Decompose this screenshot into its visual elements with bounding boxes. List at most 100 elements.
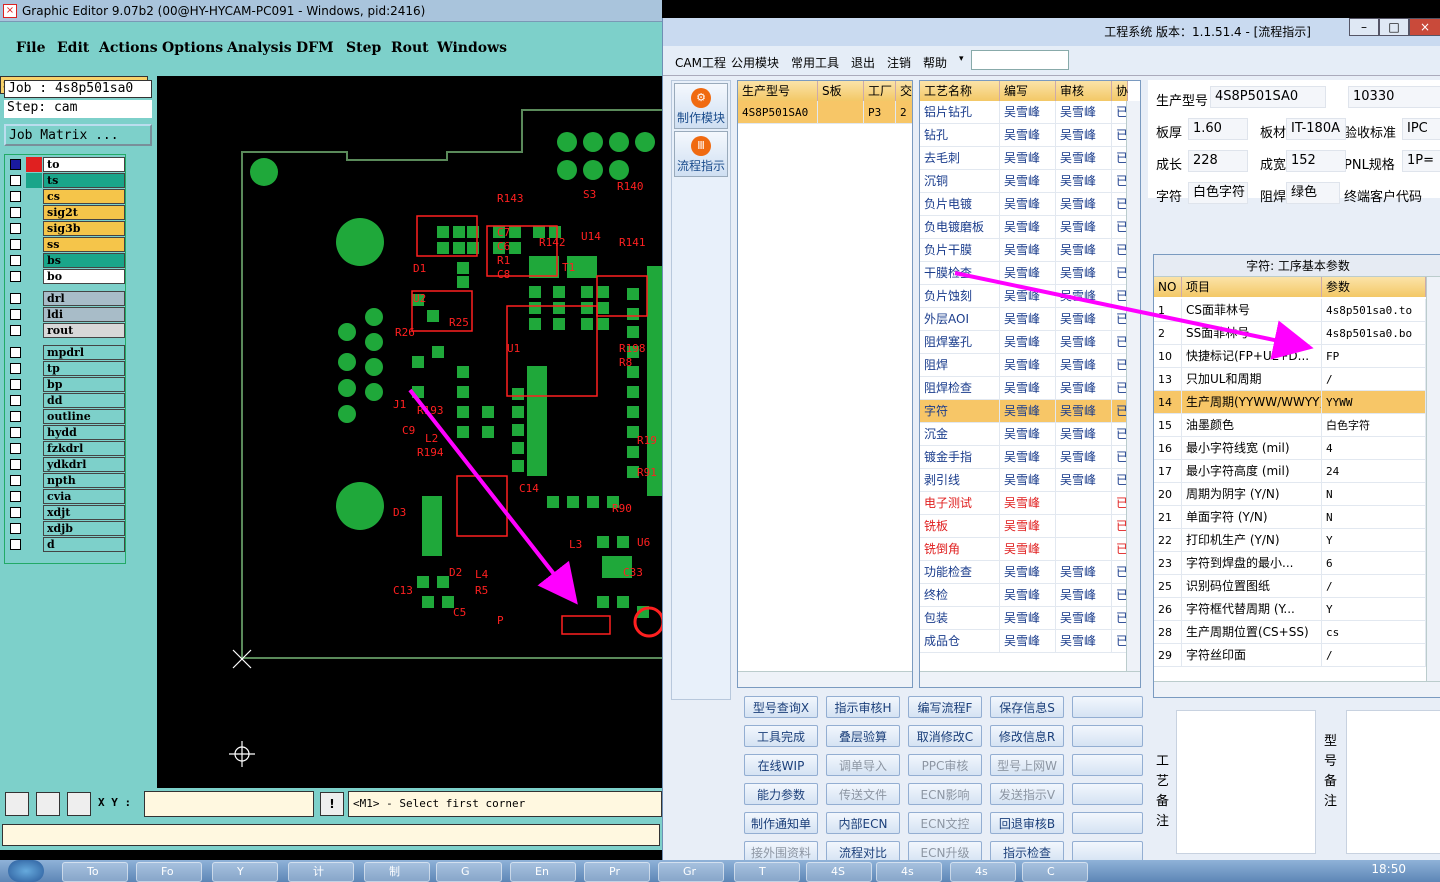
model-note-textarea[interactable] — [1346, 710, 1440, 854]
info-value[interactable]: 1.60 — [1188, 118, 1248, 140]
action-button[interactable] — [1072, 725, 1143, 747]
taskbar-item[interactable]: Gr — [658, 862, 724, 882]
process-checker-cell[interactable]: 吴雪峰 — [1056, 193, 1112, 216]
param-item-cell[interactable]: CS面菲林号 — [1182, 299, 1322, 322]
app-menu-item[interactable]: 退出 — [851, 54, 875, 71]
process-name-cell[interactable]: 阻焊检查 — [920, 377, 1000, 400]
layer-checkbox[interactable] — [10, 239, 21, 250]
process-name-cell[interactable]: 铝片钻孔 — [920, 101, 1000, 124]
ge-menu-actions[interactable]: Actions — [99, 40, 158, 56]
process-checker-cell[interactable]: 吴雪峰 — [1056, 147, 1112, 170]
v-scrollbar[interactable] — [1126, 101, 1140, 673]
process-checker-cell[interactable] — [1056, 538, 1112, 561]
ge-menu-step[interactable]: Step — [346, 40, 381, 56]
nav-make-module[interactable]: ⚙ 制作模块 — [674, 83, 728, 129]
process-checker-cell[interactable]: 吴雪峰 — [1056, 170, 1112, 193]
process-checker-cell[interactable]: 吴雪峰 — [1056, 423, 1112, 446]
action-button[interactable]: ECN文控 — [908, 812, 982, 834]
process-checker-cell[interactable]: 吴雪峰 — [1056, 124, 1112, 147]
layer-row[interactable]: bo — [7, 269, 125, 284]
action-button[interactable]: 指示审核H — [826, 696, 900, 718]
action-button[interactable] — [1072, 812, 1143, 834]
process-checker-cell[interactable]: 吴雪峰 — [1056, 239, 1112, 262]
model-cell[interactable]: 4S8P501SA0 — [738, 101, 818, 124]
info-value[interactable]: 10330 — [1348, 86, 1440, 108]
process-writer-cell[interactable]: 吴雪峰 — [1000, 354, 1056, 377]
layer-row[interactable]: npth — [7, 473, 125, 488]
app-menu-item[interactable]: CAM工程 — [675, 54, 726, 71]
info-value[interactable]: IT-180A — [1286, 118, 1346, 140]
process-name-cell[interactable]: 负片干膜 — [920, 239, 1000, 262]
h-scrollbar[interactable] — [1154, 681, 1440, 697]
ge-menu-options[interactable]: Options — [162, 40, 223, 56]
action-button[interactable]: 调单导入 — [826, 754, 900, 776]
layer-checkbox[interactable] — [10, 175, 21, 186]
process-name-cell[interactable]: 剥引线 — [920, 469, 1000, 492]
process-writer-cell[interactable]: 吴雪峰 — [1000, 331, 1056, 354]
zoom-area-icon[interactable] — [36, 792, 60, 816]
process-col-header[interactable]: 工艺名称 — [920, 81, 1000, 101]
layer-checkbox[interactable] — [10, 411, 21, 422]
process-checker-cell[interactable]: 吴雪峰 — [1056, 607, 1112, 630]
process-checker-cell[interactable]: 吴雪峰 — [1056, 630, 1112, 653]
layer-checkbox[interactable] — [10, 223, 21, 234]
close-icon[interactable]: × — [1409, 18, 1440, 36]
layer-checkbox[interactable] — [10, 191, 21, 202]
layer-row[interactable]: ldi — [7, 307, 125, 322]
action-button[interactable]: 型号上网W — [990, 754, 1064, 776]
process-writer-cell[interactable]: 吴雪峰 — [1000, 170, 1056, 193]
param-item-cell[interactable]: 快捷标记(FP+UL+D... — [1182, 345, 1322, 368]
action-button[interactable]: 工具完成 — [744, 725, 818, 747]
process-name-cell[interactable]: 钻孔 — [920, 124, 1000, 147]
param-value-cell[interactable]: 24 — [1322, 460, 1426, 483]
process-col-header[interactable]: 编写 — [1000, 81, 1056, 101]
param-no-cell[interactable]: 25 — [1154, 575, 1182, 598]
param-no-cell[interactable]: 17 — [1154, 460, 1182, 483]
param-item-cell[interactable]: 油墨颜色 — [1182, 414, 1322, 437]
param-item-cell[interactable]: 只加UL和周期 — [1182, 368, 1322, 391]
param-no-cell[interactable]: 23 — [1154, 552, 1182, 575]
process-checker-cell[interactable] — [1056, 515, 1112, 538]
taskbar-item[interactable]: Y — [212, 862, 278, 882]
process-checker-cell[interactable]: 吴雪峰 — [1056, 308, 1112, 331]
action-button[interactable]: 叠层验算 — [826, 725, 900, 747]
param-value-cell[interactable]: / — [1322, 368, 1426, 391]
param-item-cell[interactable]: 周期为阴字 (Y/N) — [1182, 483, 1322, 506]
v-scrollbar[interactable] — [1426, 277, 1440, 683]
layer-row[interactable]: bs — [7, 253, 125, 268]
layer-row[interactable]: sig2t — [7, 205, 125, 220]
process-writer-cell[interactable]: 吴雪峰 — [1000, 492, 1056, 515]
process-writer-cell[interactable]: 吴雪峰 — [1000, 446, 1056, 469]
process-writer-cell[interactable]: 吴雪峰 — [1000, 101, 1056, 124]
action-button[interactable] — [1072, 754, 1143, 776]
param-no-cell[interactable]: 13 — [1154, 368, 1182, 391]
layer-row[interactable]: ts — [7, 173, 125, 188]
process-name-cell[interactable]: 终检 — [920, 584, 1000, 607]
process-name-cell[interactable]: 阻焊塞孔 — [920, 331, 1000, 354]
action-button[interactable]: 取消修改C — [908, 725, 982, 747]
process-checker-cell[interactable] — [1056, 492, 1112, 515]
pcb-canvas[interactable]: R143 S3 R140 C7 C6 R1 C8 R142 U14 R141 D1 T1 U2 R26 R2… — [157, 76, 662, 788]
layer-checkbox[interactable] — [10, 325, 21, 336]
process-writer-cell[interactable]: 吴雪峰 — [1000, 469, 1056, 492]
taskbar-item[interactable]: 4s — [876, 862, 942, 882]
layer-row[interactable]: fzkdrl — [7, 441, 125, 456]
action-button[interactable]: 保存信息S — [990, 696, 1064, 718]
param-value-cell[interactable]: 4s8p501sa0.bo — [1322, 322, 1426, 345]
h-scrollbar[interactable] — [920, 671, 1140, 687]
menu-combo[interactable] — [971, 50, 1069, 70]
process-name-cell[interactable]: 镀金手指 — [920, 446, 1000, 469]
layer-checkbox[interactable] — [10, 443, 21, 454]
process-writer-cell[interactable]: 吴雪峰 — [1000, 538, 1056, 561]
taskbar-item[interactable]: C — [1022, 862, 1088, 882]
param-value-cell[interactable]: 4s8p501sa0.to — [1322, 299, 1426, 322]
param-no-cell[interactable]: 28 — [1154, 621, 1182, 644]
layer-row[interactable]: dd — [7, 393, 125, 408]
action-button[interactable]: 发送指示V — [990, 783, 1064, 805]
param-item-cell[interactable]: 字符到焊盘的最小... — [1182, 552, 1322, 575]
process-writer-cell[interactable]: 吴雪峰 — [1000, 377, 1056, 400]
param-value-cell[interactable]: N — [1322, 483, 1426, 506]
layer-checkbox[interactable] — [10, 347, 21, 358]
process-checker-cell[interactable]: 吴雪峰 — [1056, 377, 1112, 400]
layer-row[interactable]: xdjt — [7, 505, 125, 520]
